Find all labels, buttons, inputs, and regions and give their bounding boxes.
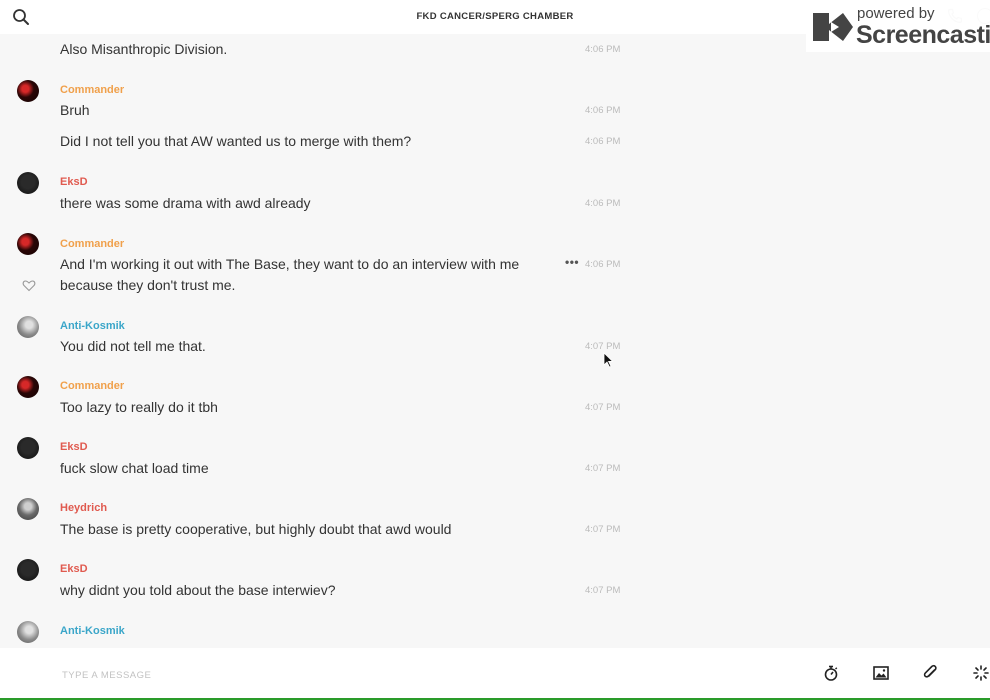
message-text: Did I not tell you that AW wanted us to … bbox=[60, 133, 412, 149]
username[interactable]: Heydrich bbox=[60, 502, 107, 514]
message-composer bbox=[0, 648, 990, 698]
message-time: 4:07 PM bbox=[585, 524, 621, 535]
avatar[interactable] bbox=[17, 437, 39, 459]
avatar[interactable] bbox=[17, 621, 39, 643]
username[interactable]: EksD bbox=[60, 563, 88, 575]
message-text: The base is pretty cooperative, but high… bbox=[60, 521, 452, 537]
image-icon[interactable] bbox=[872, 664, 890, 682]
message-text: And I'm working it out with The Base, th… bbox=[60, 256, 520, 272]
username[interactable]: Commander bbox=[60, 84, 124, 96]
message-text: Too lazy to really do it tbh bbox=[60, 399, 218, 415]
avatar[interactable] bbox=[17, 498, 39, 520]
message-time: 4:06 PM bbox=[585, 136, 621, 147]
username[interactable]: Anti-Kosmik bbox=[60, 625, 125, 637]
loading-icon bbox=[972, 664, 990, 682]
message-text: You did not tell me that. bbox=[60, 338, 206, 354]
paperclip-icon[interactable] bbox=[922, 664, 940, 682]
avatar[interactable] bbox=[17, 80, 39, 102]
avatar[interactable] bbox=[17, 376, 39, 398]
username[interactable]: EksD bbox=[60, 441, 88, 453]
username[interactable]: Anti-Kosmik bbox=[60, 320, 125, 332]
message-time: 4:06 PM bbox=[585, 198, 621, 209]
avatar[interactable] bbox=[17, 559, 39, 581]
message-time: 4:06 PM bbox=[585, 44, 621, 55]
avatar[interactable] bbox=[17, 233, 39, 255]
message-text: fuck slow chat load time bbox=[60, 460, 209, 476]
message-time: 4:07 PM bbox=[585, 585, 621, 596]
watermark-line1: powered by bbox=[857, 5, 935, 22]
message-text: Bruh bbox=[60, 102, 90, 118]
message-input[interactable] bbox=[60, 664, 764, 686]
message-time: 4:06 PM bbox=[585, 105, 621, 116]
username[interactable]: EksD bbox=[60, 176, 88, 188]
message-time: 4:06 PM bbox=[585, 259, 621, 270]
message-text: Also Misanthropic Division. bbox=[60, 41, 228, 57]
message-text: why didnt you told about the base interw… bbox=[60, 582, 336, 598]
heart-icon[interactable] bbox=[22, 279, 36, 292]
stopwatch-icon[interactable] bbox=[822, 664, 840, 682]
mouse-cursor bbox=[603, 352, 614, 368]
avatar[interactable] bbox=[17, 316, 39, 338]
avatar[interactable] bbox=[17, 172, 39, 194]
username[interactable]: Commander bbox=[60, 238, 124, 250]
username[interactable]: Commander bbox=[60, 380, 124, 392]
message-text: there was some drama with awd already bbox=[60, 195, 311, 211]
more-options-icon[interactable]: ••• bbox=[565, 255, 579, 269]
message-text: because they don't trust me. bbox=[60, 277, 236, 293]
message-time: 4:07 PM bbox=[585, 463, 621, 474]
message-time: 4:07 PM bbox=[585, 402, 621, 413]
message-time: 4:07 PM bbox=[585, 341, 621, 352]
message-list[interactable]: Also Misanthropic Division. 4:06 PM Comm… bbox=[0, 34, 990, 648]
